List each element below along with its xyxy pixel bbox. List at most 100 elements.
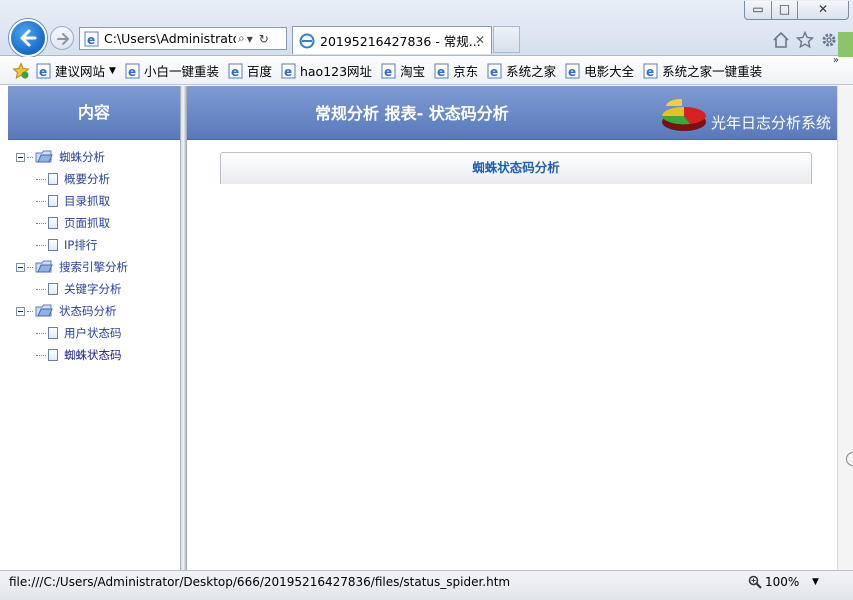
tree-item-label: 蜘蛛状态码: [64, 348, 122, 362]
favorites-star-icon[interactable]: [796, 31, 814, 49]
tree-item[interactable]: 概要分析: [8, 168, 180, 190]
tree-folder[interactable]: 搜索引擎分析: [8, 256, 180, 278]
logo-text: 光年日志分析系统: [711, 114, 832, 132]
ie-favorite-icon: e: [565, 63, 581, 79]
back-button[interactable]: [9, 19, 47, 57]
tree-item[interactable]: 目录抓取: [8, 190, 180, 212]
tree-item-label: 用户状态码: [64, 326, 122, 340]
favorite-link[interactable]: e 系统之家一键重装: [643, 61, 762, 80]
favorite-label: 淘宝: [400, 64, 426, 79]
tree-item[interactable]: 页面抓取: [8, 212, 180, 234]
ie-favorite-icon: e: [125, 63, 141, 79]
forward-arrow-icon: [57, 33, 69, 45]
ie-favorite-icon: e: [228, 63, 244, 79]
close-tab-icon[interactable]: ✕: [475, 33, 485, 47]
favorite-label: 京东: [453, 64, 479, 79]
favorite-link[interactable]: e 小白一键重装: [125, 61, 219, 80]
tree-folder-label: 搜索引擎分析: [59, 260, 128, 274]
favorite-label: 百度: [246, 64, 272, 79]
svg-text:e: e: [384, 65, 392, 79]
folder-icon: [35, 304, 53, 318]
home-icon[interactable]: [772, 31, 790, 49]
svg-text:e: e: [646, 65, 654, 79]
ie-favorite-icon: e: [487, 63, 503, 79]
document-icon: [48, 283, 58, 295]
zoom-control[interactable]: 100%: [748, 575, 799, 589]
maximize-button[interactable]: □: [771, 1, 798, 20]
left-panel-title: 内容: [8, 86, 180, 140]
svg-text:e: e: [128, 65, 136, 79]
favorite-label: 系统之家: [506, 64, 557, 79]
document-icon: [48, 217, 58, 229]
search-icon[interactable]: ⌕: [238, 31, 245, 46]
favorite-label: 小白一键重装: [143, 64, 219, 79]
favorite-label: 建议网站: [55, 64, 106, 79]
favorite-label: hao123网址: [299, 64, 373, 79]
zoom-dropdown-icon[interactable]: ▼: [812, 577, 819, 587]
collapse-toggle-icon[interactable]: [16, 152, 25, 162]
favorite-link[interactable]: e 百度: [228, 61, 272, 80]
collapse-toggle-icon[interactable]: [16, 262, 25, 272]
dropdown-arrow-icon[interactable]: ▼: [109, 66, 116, 76]
browser-tab[interactable]: 20195216427836 - 常规... ✕: [292, 26, 492, 54]
close-window-button[interactable]: ✕: [797, 1, 849, 20]
page-title: 常规分析 报表- 状态码分析: [315, 104, 509, 123]
tree-item[interactable]: 蜘蛛状态码: [8, 344, 180, 366]
favorite-link[interactable]: e hao123网址: [281, 61, 372, 80]
nav-tree: 蜘蛛分析概要分析目录抓取页面抓取 IP排行搜索引擎分析 关键字分析状态码分析用户状态…: [8, 140, 180, 366]
content-frame: 常规分析 报表- 状态码分析 光年日志分析系统 蜘蛛状态码分析: [187, 86, 837, 570]
ie-page-icon: e: [84, 31, 100, 47]
folder-icon: [35, 260, 53, 274]
tree-item[interactable]: 关键字分析: [8, 278, 180, 300]
minimize-button[interactable]: ▭: [744, 1, 772, 20]
tree-folder-label: 蜘蛛分析: [59, 150, 105, 164]
address-bar[interactable]: e C:\Users\Administrato ⌕ ▾ ↻: [79, 27, 287, 50]
tree-folder[interactable]: 蜘蛛分析: [8, 146, 180, 168]
favorites-more-icon[interactable]: »: [833, 55, 839, 66]
tree-folder-label: 状态码分析: [59, 304, 117, 318]
forward-button[interactable]: [50, 26, 74, 50]
favorites-list: e 建议网站 ▼ e 小白一键重装 e 百度 e hao123网址 e 淘宝 e 京东 e 系统之家 e 电影大…: [36, 61, 771, 80]
tree-folder[interactable]: 状态码分析: [8, 300, 180, 322]
favorites-star-add-icon[interactable]: [12, 61, 30, 80]
document-icon: [48, 349, 58, 361]
document-icon: [48, 195, 58, 207]
zoom-level: 100%: [765, 575, 800, 589]
tree-item-label: 关键字分析: [64, 282, 122, 296]
tree-item-label: 页面抓取: [64, 216, 110, 230]
status-url: file:///C:/Users/Administrator/Desktop/6…: [9, 575, 511, 589]
svg-text:e: e: [39, 65, 47, 79]
tree-item-label: 概要分析: [64, 172, 110, 186]
ie-favorite-icon: e: [281, 63, 297, 79]
tab-title: 20195216427836 - 常规...: [320, 34, 481, 49]
gear-icon[interactable]: [820, 31, 838, 49]
favorite-link[interactable]: e 淘宝: [381, 61, 425, 80]
refresh-icon[interactable]: ↻: [259, 32, 269, 46]
favorite-link[interactable]: e 京东: [434, 61, 478, 80]
favorite-link[interactable]: e 建议网站 ▼: [36, 61, 116, 80]
tree-item[interactable]: IP排行: [8, 234, 180, 256]
tree-item[interactable]: 用户状态码: [8, 322, 180, 344]
smiley-feedback-icon[interactable]: [846, 452, 853, 466]
favorite-label: 电影大全: [584, 64, 635, 79]
zoom-magnifier-icon: [748, 575, 762, 589]
address-dropdown-icon[interactable]: ▾: [247, 32, 253, 46]
section-panel: 蜘蛛状态码分析: [220, 152, 812, 184]
favorite-link[interactable]: e 系统之家: [487, 61, 556, 80]
ie-favorite-icon: e: [36, 63, 52, 79]
tree-item-label: 目录抓取: [64, 194, 110, 208]
svg-text:e: e: [490, 65, 498, 79]
svg-text:e: e: [284, 65, 292, 79]
svg-text:e: e: [568, 65, 576, 79]
favorite-link[interactable]: e 电影大全: [565, 61, 634, 80]
new-tab-button[interactable]: [493, 26, 520, 53]
pie-chart-logo-icon: [662, 99, 706, 131]
browser-titlebar: ▭ □ ✕ e C:\Users\Administrato ⌕ ▾ ↻ 2019…: [0, 0, 853, 57]
collapse-toggle-icon[interactable]: [16, 306, 25, 316]
svg-text:e: e: [231, 65, 239, 79]
svg-text:e: e: [437, 65, 445, 79]
back-arrow-icon: [20, 29, 37, 47]
favorites-bar: e 建议网站 ▼ e 小白一键重装 e 百度 e hao123网址 e 淘宝 e 京东 e 系统之家 e 电影大…: [0, 55, 853, 85]
right-edge-pane: [837, 86, 853, 570]
address-text[interactable]: C:\Users\Administrato: [104, 31, 236, 46]
